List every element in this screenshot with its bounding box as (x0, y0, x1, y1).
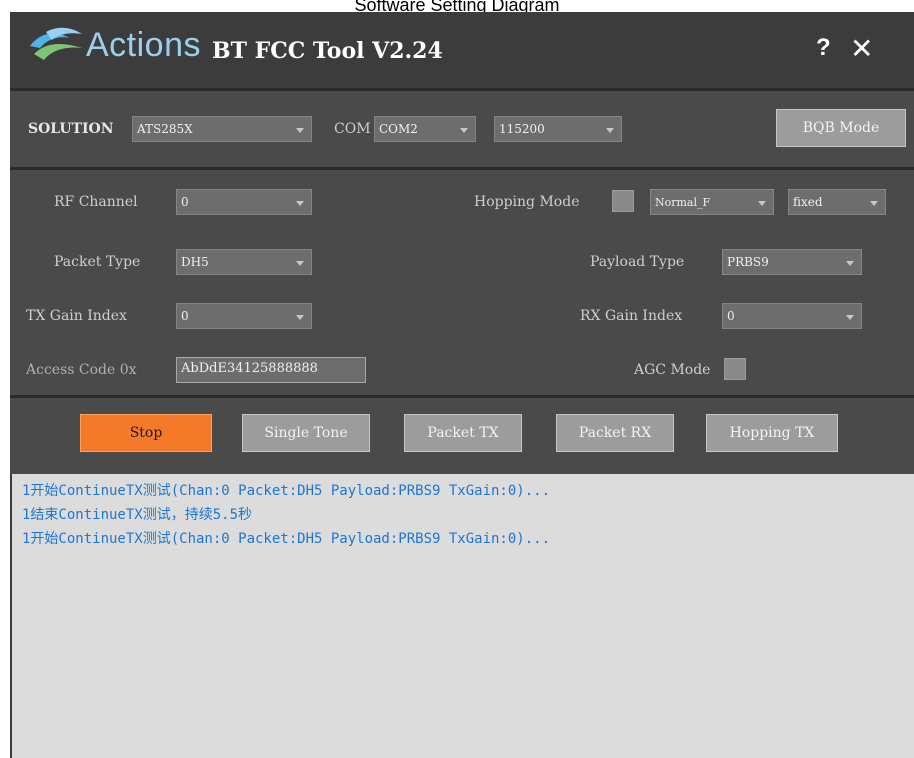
rf-channel-select[interactable]: 0 (176, 189, 312, 215)
baud-select[interactable]: 115200 (494, 116, 622, 142)
rx-gain-select[interactable]: 0 (722, 303, 862, 329)
chevron-down-icon (758, 201, 766, 206)
packet-type-select[interactable]: DH5 (176, 249, 312, 275)
solution-value: ATS285X (137, 122, 193, 136)
settings-panel: RF Channel 0 Packet Type DH5 TX Gain Ind… (10, 170, 914, 395)
actions-logo-icon (30, 27, 82, 60)
chevron-down-icon (296, 261, 304, 266)
title-bar: Actions BT FCC Tool V2.24 ? ✕ (10, 12, 914, 88)
action-bar: Stop Single Tone Packet TX Packet RX Hop… (10, 398, 914, 474)
bqb-mode-button[interactable]: BQB Mode (776, 109, 906, 147)
payload-type-select[interactable]: PRBS9 (722, 249, 862, 275)
packet-tx-button[interactable]: Packet TX (404, 414, 522, 452)
single-tone-button[interactable]: Single Tone (242, 414, 370, 452)
packet-rx-button[interactable]: Packet RX (556, 414, 674, 452)
close-icon[interactable]: ✕ (850, 32, 873, 65)
baud-value: 115200 (499, 122, 545, 136)
chevron-down-icon (606, 128, 614, 133)
hopping-mode-select[interactable]: Normal_F (650, 189, 774, 215)
hopping-tx-button[interactable]: Hopping TX (706, 414, 838, 452)
chevron-down-icon (296, 201, 304, 206)
tx-gain-value: 0 (181, 309, 189, 323)
tx-gain-select[interactable]: 0 (176, 303, 312, 329)
agc-mode-checkbox[interactable] (724, 358, 746, 380)
chevron-down-icon (870, 201, 878, 206)
hopping-mode-checkbox[interactable] (612, 190, 634, 212)
log-line: 1开始ContinueTX测试(Chan:0 Packet:DH5 Payloa… (22, 531, 551, 547)
rf-channel-label: RF Channel (54, 194, 138, 210)
rx-gain-value: 0 (727, 309, 735, 323)
agc-mode-label: AGC Mode (634, 362, 711, 378)
com-value: COM2 (379, 122, 418, 136)
hopping-fixed-select[interactable]: fixed (788, 189, 886, 215)
rx-gain-label: RX Gain Index (580, 308, 683, 324)
app-window: Actions BT FCC Tool V2.24 ? ✕ SOLUTION A… (10, 12, 914, 758)
chevron-down-icon (846, 315, 854, 320)
com-label: COM (334, 121, 371, 137)
chevron-down-icon (460, 128, 468, 133)
hopping-fixed-value: fixed (793, 195, 823, 209)
connection-panel: SOLUTION ATS285X COM COM2 115200 BQB Mod… (10, 91, 914, 167)
packet-type-value: DH5 (181, 255, 209, 269)
payload-type-label: Payload Type (590, 254, 685, 270)
app-title: BT FCC Tool V2.24 (212, 38, 443, 64)
solution-label: SOLUTION (28, 121, 114, 137)
log-line: 1开始ContinueTX测试(Chan:0 Packet:DH5 Payloa… (22, 483, 551, 499)
chevron-down-icon (296, 128, 304, 133)
stop-button[interactable]: Stop (80, 414, 212, 452)
hopping-mode-value: Normal_F (655, 196, 711, 209)
packet-type-label: Packet Type (54, 254, 141, 270)
help-icon[interactable]: ? (816, 34, 831, 62)
hopping-mode-label: Hopping Mode (474, 194, 580, 210)
brand-name: Actions (86, 26, 201, 64)
access-code-input[interactable]: AbDdE34125888888 (176, 357, 366, 383)
com-select[interactable]: COM2 (374, 116, 476, 142)
solution-select[interactable]: ATS285X (132, 116, 312, 142)
chevron-down-icon (296, 315, 304, 320)
rf-channel-value: 0 (181, 195, 189, 209)
access-code-label: Access Code 0x (26, 362, 137, 378)
tx-gain-label: TX Gain Index (26, 308, 127, 324)
payload-type-value: PRBS9 (727, 255, 769, 269)
log-output[interactable]: 1开始ContinueTX测试(Chan:0 Packet:DH5 Payloa… (10, 474, 914, 758)
log-line: 1结束ContinueTX测试，持续5.5秒 (22, 507, 253, 523)
chevron-down-icon (846, 261, 854, 266)
